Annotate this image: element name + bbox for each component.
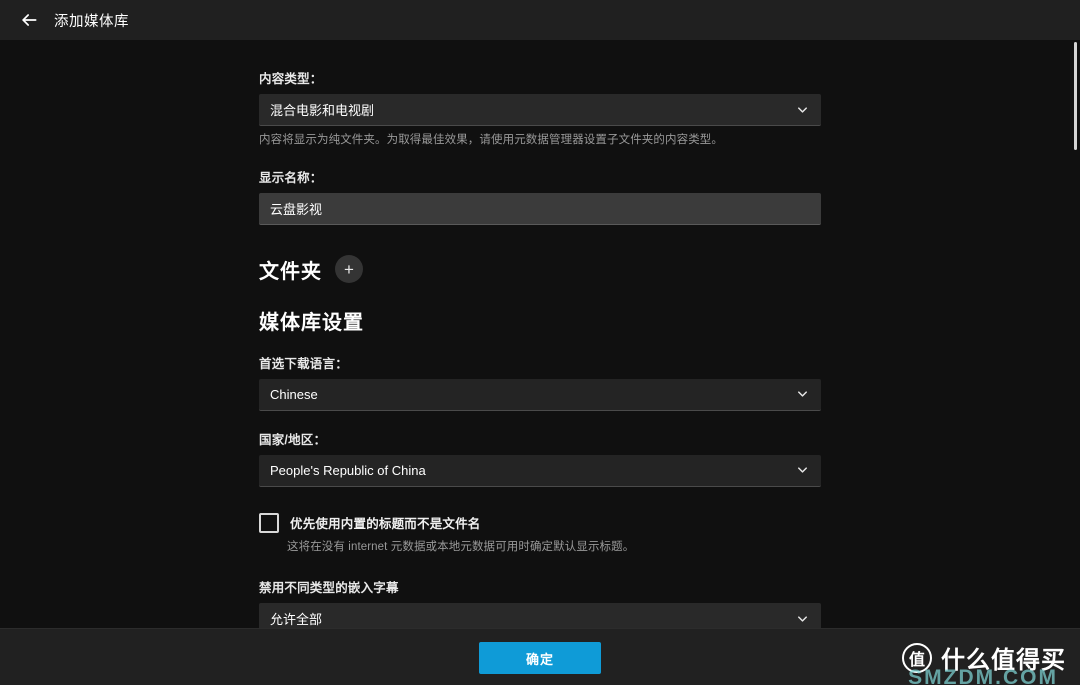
prefer-embedded-titles-hint: 这将在没有 internet 元数据或本地元数据可用时确定默认显示标题。: [287, 540, 635, 553]
folders-section-header: 文件夹 +: [259, 255, 821, 284]
preferred-language-label: 首选下载语言：: [259, 356, 348, 371]
back-button[interactable]: [12, 3, 46, 37]
content-type-select[interactable]: 混合电影和电视剧: [259, 94, 821, 126]
field-preferred-language: 首选下载语言： Chinese: [259, 353, 821, 411]
field-disable-embedded-subtitles: 禁用不同类型的嵌入字幕 允许全部 禁用媒体容器中封装的字幕。 需要对媒体库进行全…: [259, 577, 821, 628]
page-title: 添加媒体库: [54, 13, 129, 30]
field-display-name: 显示名称：: [259, 167, 821, 225]
content-type-label: 内容类型：: [259, 72, 323, 86]
disable-subtitles-label: 禁用不同类型的嵌入字幕: [259, 581, 399, 596]
field-prefer-embedded-titles: 优先使用内置的标题而不是文件名 这将在没有 internet 元数据或本地元数据…: [259, 512, 821, 556]
country-value: People's Republic of China: [270, 462, 426, 478]
preferred-language-value: Chinese: [270, 386, 318, 402]
arrow-left-icon: [19, 10, 39, 30]
disable-subtitles-value: 允许全部: [270, 612, 323, 628]
prefer-embedded-titles-checkbox[interactable]: [259, 512, 279, 533]
prefer-embedded-titles-row[interactable]: 优先使用内置的标题而不是文件名: [259, 512, 821, 533]
watermark-site: SMZDM.COM: [908, 666, 1058, 685]
dialog-scroll-area: 内容类型： 混合电影和电视剧 内容将显示为纯文件夹。为取得最佳效果，请使用元数据…: [0, 40, 1080, 628]
folders-section-title: 文件夹: [259, 260, 322, 283]
preferred-language-select[interactable]: Chinese: [259, 378, 821, 411]
prefer-embedded-titles-label: 优先使用内置的标题而不是文件名: [290, 517, 481, 532]
chevron-down-icon: [795, 611, 810, 626]
country-label: 国家/地区：: [259, 432, 327, 447]
app-header: 添加媒体库: [0, 0, 1080, 40]
chevron-down-icon: [795, 463, 810, 478]
display-name-input[interactable]: [259, 192, 821, 225]
scrollbar-thumb[interactable]: [1074, 42, 1077, 150]
library-settings-title: 媒体库设置: [259, 311, 364, 334]
chevron-down-icon: [795, 387, 810, 402]
confirm-button[interactable]: 确定: [479, 642, 601, 674]
content-type-hint: 内容将显示为纯文件夹。为取得最佳效果，请使用元数据管理器设置子文件夹的内容类型。: [259, 134, 723, 146]
add-folder-button[interactable]: +: [335, 255, 363, 284]
chevron-down-icon: [795, 102, 810, 117]
disable-subtitles-select[interactable]: 允许全部: [259, 603, 821, 628]
display-name-label: 显示名称：: [259, 170, 323, 185]
field-content-type: 内容类型： 混合电影和电视剧 内容将显示为纯文件夹。为取得最佳效果，请使用元数据…: [259, 68, 821, 149]
library-form: 内容类型： 混合电影和电视剧 内容将显示为纯文件夹。为取得最佳效果，请使用元数据…: [259, 40, 821, 628]
field-country: 国家/地区： People's Republic of China: [259, 429, 821, 487]
country-select[interactable]: People's Republic of China: [259, 454, 821, 487]
content-type-value: 混合电影和电视剧: [270, 103, 375, 118]
library-settings-section-header: 媒体库设置: [259, 306, 821, 335]
